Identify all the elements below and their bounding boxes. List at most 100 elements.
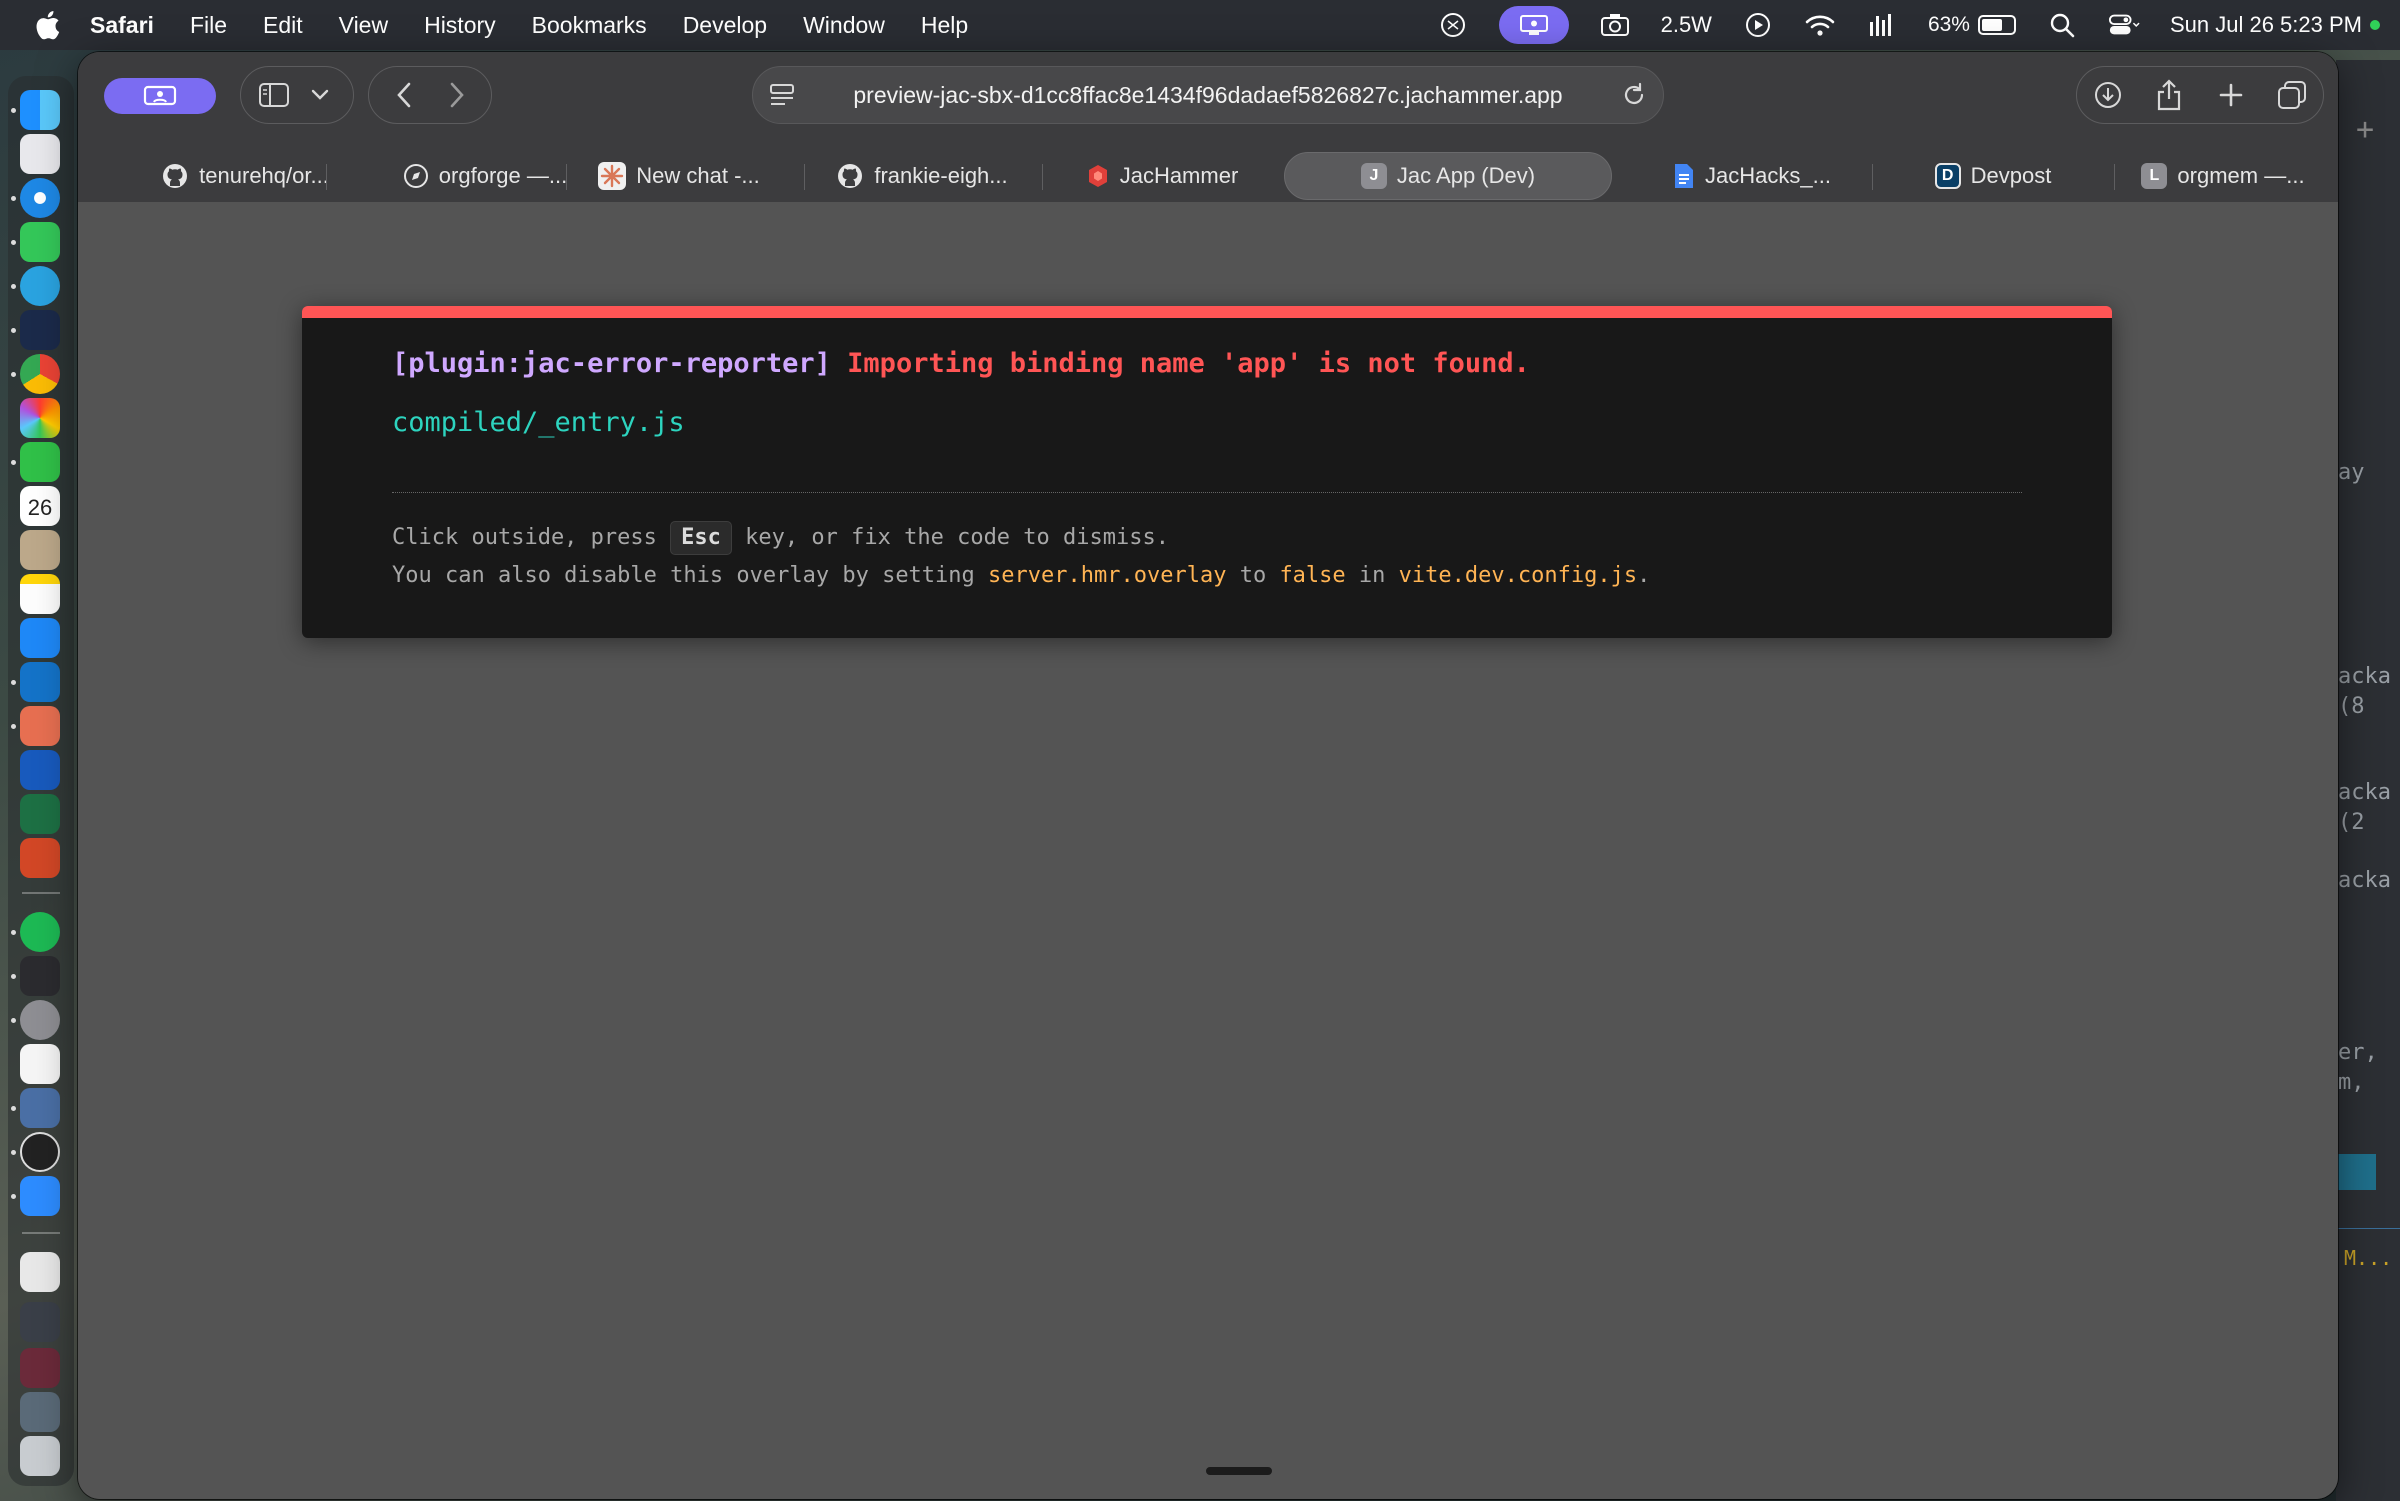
screen-sharing-icon[interactable]: [1498, 6, 1569, 44]
esc-key: Esc: [670, 521, 732, 555]
tab-label: orgforge —...: [438, 163, 568, 188]
tip-text: in: [1345, 563, 1399, 588]
camera-icon[interactable]: [1599, 9, 1631, 41]
menu-bookmarks[interactable]: Bookmarks: [532, 12, 647, 39]
address-bar[interactable]: preview-jac-sbx-d1cc8ffac8e1434f96dadaef…: [752, 66, 1664, 124]
background-text: ay: [2338, 460, 2365, 485]
chrome-icon[interactable]: [20, 354, 60, 394]
safari-icon[interactable]: [20, 178, 60, 218]
terminal-icon[interactable]: [20, 310, 60, 350]
trash-icon[interactable]: [20, 1436, 60, 1476]
tab-label: tenurehq/or...: [199, 163, 329, 188]
tab-new-chat[interactable]: New chat -...: [570, 152, 788, 200]
messages-icon[interactable]: [20, 222, 60, 262]
finder-icon[interactable]: [20, 90, 60, 130]
facetime-icon[interactable]: [20, 442, 60, 482]
word-icon[interactable]: [20, 750, 60, 790]
chevron-right-icon: [450, 82, 464, 108]
back-button[interactable]: [387, 78, 421, 112]
divider: [2336, 1228, 2400, 1229]
spotify-icon[interactable]: [20, 912, 60, 952]
background-window[interactable]: + ay acka (8 acka (2 acka er, m, M...: [2336, 60, 2400, 1501]
tab-label: Devpost: [1970, 163, 2052, 188]
battery-indicator[interactable]: 63%: [1928, 13, 2016, 37]
telegram-icon[interactable]: [20, 266, 60, 306]
reload-icon[interactable]: [1619, 80, 1649, 110]
forward-button[interactable]: [440, 78, 474, 112]
apple-logo-icon[interactable]: [34, 10, 60, 40]
tab-label: New chat -...: [636, 163, 760, 188]
background-text: acka: [2338, 868, 2391, 893]
preview-icon[interactable]: [20, 1088, 60, 1128]
outlook-icon[interactable]: [20, 662, 60, 702]
notes-icon[interactable]: [20, 574, 60, 614]
spotlight-search-icon[interactable]: [2046, 9, 2078, 41]
tip-text: You can also disable this overlay by set…: [392, 563, 989, 588]
contacts-icon[interactable]: [20, 530, 60, 570]
tab-jachammer[interactable]: JacHammer: [1046, 152, 1278, 200]
launchpad-icon[interactable]: [20, 134, 60, 174]
chevron-down-icon[interactable]: [303, 78, 337, 112]
menu-edit[interactable]: Edit: [263, 12, 303, 39]
tab-label: Jac App (Dev): [1396, 163, 1536, 188]
activity-monitor-icon[interactable]: [1866, 9, 1898, 41]
new-tab-icon[interactable]: [2214, 78, 2248, 112]
folder-stack-icon[interactable]: [20, 1392, 60, 1432]
wifi-icon[interactable]: [1804, 9, 1836, 41]
screenshots-stack-icon[interactable]: [20, 1302, 60, 1342]
downloads-icon[interactable]: [2091, 78, 2125, 112]
error-file-link[interactable]: compiled/_entry.js: [392, 407, 2022, 438]
voice-memos-icon[interactable]: [20, 956, 60, 996]
tab-devpost[interactable]: D Devpost: [1876, 152, 2110, 200]
github-icon: [838, 164, 863, 188]
menu-view[interactable]: View: [339, 12, 388, 39]
sidebar-icon[interactable]: [257, 78, 291, 112]
page-menu-icon[interactable]: [767, 80, 797, 110]
menu-window[interactable]: Window: [803, 12, 885, 39]
menu-history[interactable]: History: [424, 12, 496, 39]
plus-icon: +: [2356, 112, 2375, 147]
navigation-controls: [368, 66, 492, 124]
tab-overview-icon[interactable]: [2275, 78, 2309, 112]
photos-icon[interactable]: [20, 398, 60, 438]
tab-orgmem[interactable]: L orgmem —...: [2118, 152, 2328, 200]
menu-help[interactable]: Help: [921, 12, 968, 39]
powerpoint-icon[interactable]: [20, 838, 60, 878]
profile-button[interactable]: [104, 78, 216, 114]
system-settings-icon[interactable]: [20, 1000, 60, 1040]
claude-icon[interactable]: [20, 706, 60, 746]
zoom-icon[interactable]: [20, 1176, 60, 1216]
background-text: m,: [2338, 1070, 2365, 1095]
chatgpt-icon[interactable]: [1437, 9, 1469, 41]
tab-label: orgmem —...: [2177, 163, 2305, 188]
tab-jachacks[interactable]: JacHacks_...: [1638, 152, 1866, 200]
app-store-icon[interactable]: [20, 618, 60, 658]
play-icon[interactable]: [1742, 9, 1774, 41]
menu-develop[interactable]: Develop: [683, 12, 767, 39]
profile-icon: [143, 85, 177, 106]
obs-icon[interactable]: [20, 1132, 60, 1172]
excel-icon[interactable]: [20, 794, 60, 834]
menu-app-name[interactable]: Safari: [90, 12, 154, 39]
downloads-stack-icon[interactable]: [20, 1348, 60, 1388]
power-readout[interactable]: 2.5W: [1661, 12, 1712, 38]
share-icon[interactable]: [2152, 78, 2186, 112]
url-text[interactable]: preview-jac-sbx-d1cc8ffac8e1434f96dadaef…: [797, 82, 1619, 109]
textedit-icon[interactable]: [20, 1044, 60, 1084]
menu-file[interactable]: File: [190, 12, 227, 39]
divider: [392, 492, 2022, 493]
vite-error-overlay[interactable]: [plugin:jac-error-reporter] Importing bi…: [302, 306, 2112, 638]
github-icon: [163, 164, 188, 188]
page-content[interactable]: [plugin:jac-error-reporter] Importing bi…: [78, 202, 2338, 1499]
clock[interactable]: Sun Jul 26 5:23 PM: [2170, 12, 2362, 38]
calendar-icon[interactable]: 26: [20, 486, 60, 526]
error-heading: [plugin:jac-error-reporter] Importing bi…: [392, 348, 2022, 379]
control-center-icon[interactable]: [2108, 9, 2140, 41]
background-text: (8: [2338, 694, 2365, 719]
tip-text: to: [1226, 563, 1280, 588]
tab-github-frankie[interactable]: frankie-eigh...: [808, 152, 1036, 200]
tab-jac-app-dev[interactable]: J Jac App (Dev): [1284, 152, 1612, 200]
document-stack-icon[interactable]: [20, 1252, 60, 1292]
scroll-indicator: [1206, 1467, 1272, 1475]
sidebar-controls: [240, 66, 354, 124]
